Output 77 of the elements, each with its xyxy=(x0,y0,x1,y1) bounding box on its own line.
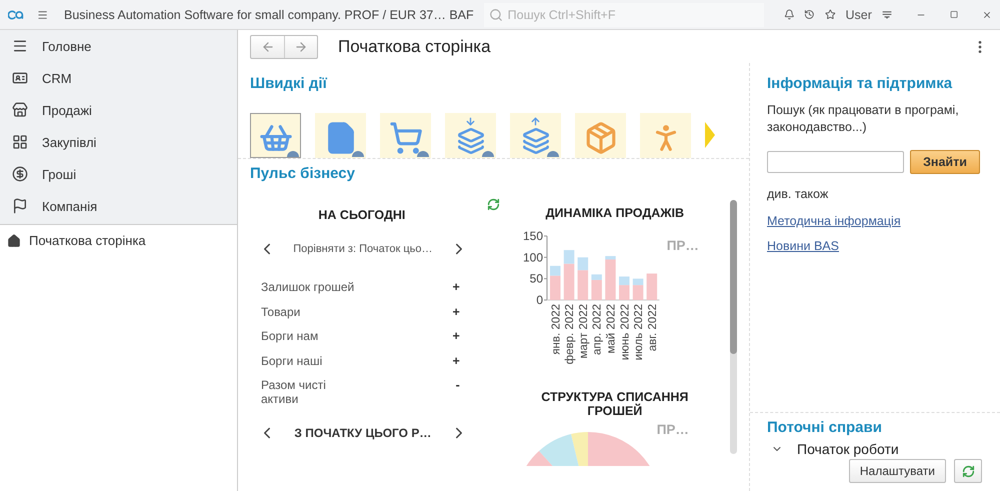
section-title: Пульс бізнесу xyxy=(250,165,356,182)
axis-label: 150 xyxy=(522,229,543,243)
refresh-icon[interactable] xyxy=(486,198,500,211)
axis-label: 100 xyxy=(522,250,543,264)
help-link[interactable]: Методична інформація xyxy=(767,214,982,228)
metric-label: Разом чисті активи xyxy=(261,378,327,406)
sidebar-icon xyxy=(12,70,28,86)
page-title: Початкова сторінка xyxy=(338,36,491,56)
section-title: Інформація та підтримка xyxy=(767,75,954,92)
maximize-icon[interactable] xyxy=(950,8,958,21)
metric-value[interactable]: - xyxy=(456,378,460,392)
period-label[interactable]: З ПОЧАТКУ ЦЬОГО Р… xyxy=(294,426,432,440)
bar xyxy=(646,274,657,300)
search-hint: Пошук (як працювати в програмі, законодавство...) xyxy=(767,102,960,136)
find-button[interactable]: Знайти xyxy=(910,150,980,174)
search-icon xyxy=(488,8,503,22)
see-also-label: див. також xyxy=(767,186,830,203)
axis-label: авг. 2022 xyxy=(646,304,659,352)
sidebar-item[interactable]: Продажі xyxy=(0,94,237,126)
refresh-icon xyxy=(962,464,974,478)
quick-action-tile[interactable] xyxy=(510,113,561,158)
metric-label: Борги наші xyxy=(261,354,324,368)
axis-label: 50 xyxy=(529,272,543,286)
sidebar-item[interactable]: Гроші xyxy=(0,158,237,190)
metric-label: Залишок грошей xyxy=(261,280,356,294)
section-title: Швидкі дії xyxy=(249,74,328,92)
y-axis xyxy=(543,236,548,300)
home-icon xyxy=(7,234,21,248)
quick-action-tile[interactable] xyxy=(445,113,496,158)
sidebar-icon xyxy=(12,198,28,214)
money-stack-icon xyxy=(522,116,550,155)
metric-value[interactable]: + xyxy=(452,304,460,318)
metric-value[interactable]: + xyxy=(452,329,460,343)
sidebar-icon xyxy=(12,134,28,150)
quick-action-tile[interactable] xyxy=(380,113,431,158)
cart-icon xyxy=(388,121,422,155)
quick-action-tile[interactable] xyxy=(315,113,366,158)
metric-value[interactable]: + xyxy=(452,280,460,294)
help-search-field[interactable] xyxy=(767,150,904,173)
axis-label: март 2022 xyxy=(578,304,590,358)
axis-label: февр. 2022 xyxy=(564,304,576,364)
chart-title: ДИНАМІКА ПРОДАЖІВ xyxy=(544,206,686,220)
scrollbar[interactable] xyxy=(730,200,737,454)
quick-action-tile[interactable] xyxy=(640,113,691,158)
axis-label: июнь 2022 xyxy=(618,304,631,360)
sidebar-item[interactable]: Головне xyxy=(0,30,237,62)
sidebar-icon xyxy=(12,102,28,118)
axis-label: апр. 2022 xyxy=(591,304,604,355)
sidebar-icon xyxy=(12,166,28,182)
help-link[interactable]: Новини BAS xyxy=(767,238,982,253)
axis-label: май 2022 xyxy=(605,304,618,354)
axis-label: июль 2022 xyxy=(632,304,645,360)
user-name[interactable]: User xyxy=(846,8,872,22)
section-title: Поточні справи xyxy=(767,419,883,436)
quick-action-tile[interactable] xyxy=(575,113,626,158)
metric-label: Борги нам xyxy=(261,329,320,343)
legend-label: ПР… xyxy=(656,422,689,439)
sidebar-item[interactable]: CRM xyxy=(0,62,237,94)
metric-value[interactable]: + xyxy=(452,354,460,368)
axis-label: янв. 2022 xyxy=(550,304,562,355)
legend-label: ПР… xyxy=(666,238,699,255)
task-item[interactable]: Початок роботи xyxy=(767,441,982,457)
compare-label[interactable]: Порівняти з: Початок цьо… xyxy=(293,243,433,255)
refresh-button[interactable] xyxy=(954,459,982,483)
box-icon xyxy=(584,121,618,155)
sidebar-icon xyxy=(12,38,28,54)
axis-label: 0 xyxy=(536,293,543,307)
app-title: Business Automation Software for small company. PROF / EUR 37… BAF xyxy=(64,8,474,22)
block-title: НА СЬОГОДНІ xyxy=(317,208,406,222)
sidebar-item[interactable]: Закупівлі xyxy=(0,126,237,158)
chart-title: СТРУКТУРА СПИСАННЯ ГРОШЕЙ xyxy=(540,390,690,418)
quick-action-tile[interactable] xyxy=(250,113,301,158)
sidebar-item[interactable]: Компанія xyxy=(0,190,237,222)
metric-label: Товари xyxy=(261,304,302,318)
search-field[interactable]: Пошук Ctrl+Shift+F xyxy=(484,2,764,26)
settings-button[interactable]: Налаштувати xyxy=(848,459,946,483)
money-stack-icon xyxy=(456,116,484,155)
